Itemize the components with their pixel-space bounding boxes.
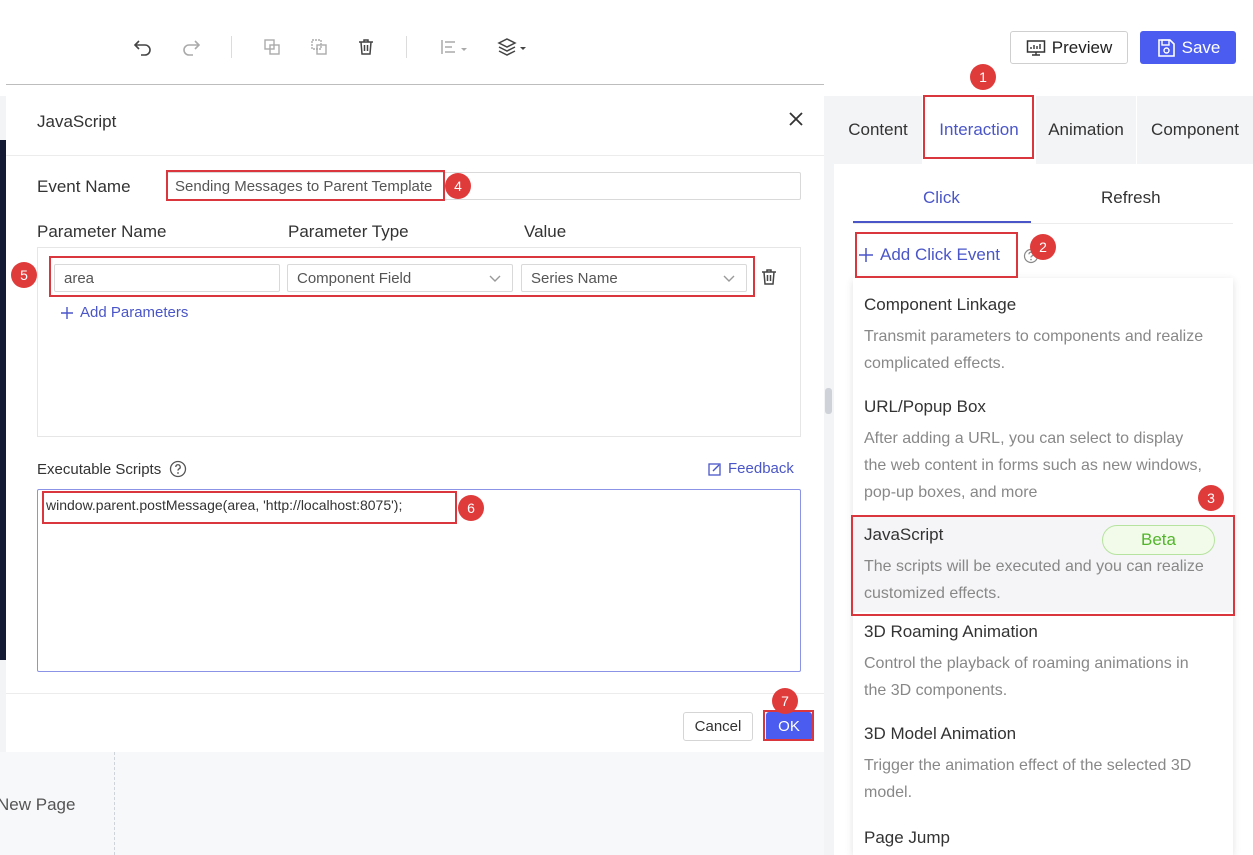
menu-item-javascript[interactable]: JavaScript Beta The scripts will be exec…: [853, 515, 1233, 612]
param-name-header: Parameter Name: [37, 222, 167, 241]
dialog-title: JavaScript: [37, 112, 117, 131]
plus-icon: [61, 306, 73, 319]
menu-item-component-linkage[interactable]: Component Linkage Transmit parameters to…: [853, 278, 1233, 380]
param-type-header: Parameter Type: [288, 222, 409, 241]
preview-button[interactable]: Preview: [1010, 31, 1128, 64]
redo-icon[interactable]: [178, 34, 204, 60]
param-type-select[interactable]: Component Field: [287, 264, 513, 292]
menu-item-title: JavaScript: [864, 525, 944, 544]
event-name-label: Event Name: [37, 177, 131, 196]
menu-item-desc: Trigger the animation effect of the sele…: [864, 757, 1192, 801]
feedback-label: Feedback: [728, 460, 794, 477]
subtab-refresh[interactable]: Refresh: [1101, 188, 1161, 208]
save-button[interactable]: Save: [1140, 31, 1236, 64]
annotation-marker: 2: [1030, 234, 1056, 260]
tab-animation[interactable]: Animation: [1036, 96, 1136, 164]
event-name-input[interactable]: Sending Messages to Parent Template: [166, 172, 801, 200]
menu-item-desc: Transmit parameters to components and re…: [864, 328, 1204, 372]
annotation-marker: 3: [1198, 485, 1224, 511]
undo-icon[interactable]: [130, 34, 156, 60]
page-divider: [114, 752, 115, 855]
param-value-value: Series Name: [531, 270, 618, 287]
align-icon[interactable]: [438, 34, 472, 60]
property-tabs: Content Interaction Animation Component: [834, 96, 1253, 164]
menu-item-title: 3D Roaming Animation: [864, 622, 1038, 641]
menu-item-desc: Control the playback of roaming animatio…: [864, 655, 1189, 699]
plus-icon: [859, 248, 873, 262]
cancel-button[interactable]: Cancel: [683, 712, 753, 741]
save-label: Save: [1181, 37, 1221, 57]
toolbar-divider: [231, 36, 232, 58]
menu-item-title: Page Jump: [864, 828, 950, 847]
menu-item-url-popup[interactable]: URL/Popup Box After adding a URL, you ca…: [853, 380, 1233, 515]
add-click-event-label: Add Click Event: [880, 245, 1000, 264]
add-parameters-button[interactable]: Add Parameters: [60, 304, 188, 321]
menu-item-desc: After adding a URL, you can select to di…: [864, 430, 1202, 501]
properties-panel: Content Interaction Animation Component …: [834, 96, 1253, 855]
annotation-marker: 5: [11, 262, 37, 288]
executable-scripts-label: Executable Scripts: [37, 460, 187, 478]
menu-item-title: URL/Popup Box: [864, 397, 986, 416]
toolbar-divider: [406, 36, 407, 58]
save-icon: [1157, 38, 1175, 57]
dialog-footer-divider: [6, 693, 824, 694]
dialog-header-divider: [6, 155, 824, 156]
exec-scripts-text: Executable Scripts: [37, 460, 162, 478]
param-type-value: Component Field: [297, 270, 412, 287]
annotation-marker: 6: [458, 495, 484, 521]
top-toolbar: Preview Save: [0, 0, 1253, 96]
layers-icon[interactable]: [496, 34, 530, 60]
script-editor[interactable]: window.parent.postMessage(area, 'http://…: [37, 489, 801, 672]
add-click-event-button[interactable]: Add Click Event: [858, 245, 1000, 265]
chevron-down-icon: [489, 275, 501, 282]
preview-label: Preview: [1051, 37, 1113, 57]
delete-param-icon[interactable]: [761, 268, 777, 291]
click-event-menu: Component Linkage Transmit parameters to…: [853, 278, 1233, 855]
menu-item-3d-model[interactable]: 3D Model Animation Trigger the animation…: [853, 714, 1233, 816]
delete-icon[interactable]: [353, 34, 379, 60]
param-value-select[interactable]: Series Name: [521, 264, 747, 292]
param-value-header: Value: [524, 222, 567, 241]
monitor-icon: [1026, 39, 1046, 56]
page-list-area: [0, 752, 824, 855]
help-icon[interactable]: [169, 460, 187, 478]
scrollbar-thumb[interactable]: [825, 388, 832, 414]
tab-content[interactable]: Content: [834, 96, 922, 164]
menu-item-desc: The scripts will be executed and you can…: [864, 558, 1204, 602]
tab-interaction[interactable]: Interaction: [923, 96, 1035, 164]
annotation-marker: 1: [970, 64, 996, 90]
beta-badge: Beta: [1102, 525, 1215, 555]
subtab-baseline: [853, 223, 1233, 224]
tab-component[interactable]: Component: [1137, 96, 1253, 164]
annotation-marker: 7: [772, 688, 798, 714]
new-page-tab[interactable]: New Page: [0, 795, 75, 815]
feedback-link[interactable]: Feedback: [708, 460, 794, 477]
menu-item-page-jump[interactable]: Page Jump: [853, 816, 1233, 855]
menu-item-3d-roaming[interactable]: 3D Roaming Animation Control the playbac…: [853, 612, 1233, 714]
copy-icon[interactable]: [259, 34, 285, 60]
param-name-input[interactable]: area: [54, 264, 280, 292]
subtab-active-indicator: [853, 221, 1031, 223]
paste-icon[interactable]: [306, 34, 332, 60]
add-parameters-label: Add Parameters: [80, 304, 189, 321]
edit-icon: [708, 462, 721, 476]
ok-button[interactable]: OK: [766, 712, 812, 741]
subtab-click[interactable]: Click: [923, 188, 960, 208]
chevron-down-icon: [723, 275, 735, 282]
annotation-marker: 4: [445, 173, 471, 199]
menu-item-title: Component Linkage: [864, 295, 1017, 314]
menu-item-title: 3D Model Animation: [864, 724, 1017, 743]
close-icon[interactable]: [784, 107, 808, 131]
javascript-dialog: JavaScript Event Name Sending Messages t…: [6, 84, 824, 752]
